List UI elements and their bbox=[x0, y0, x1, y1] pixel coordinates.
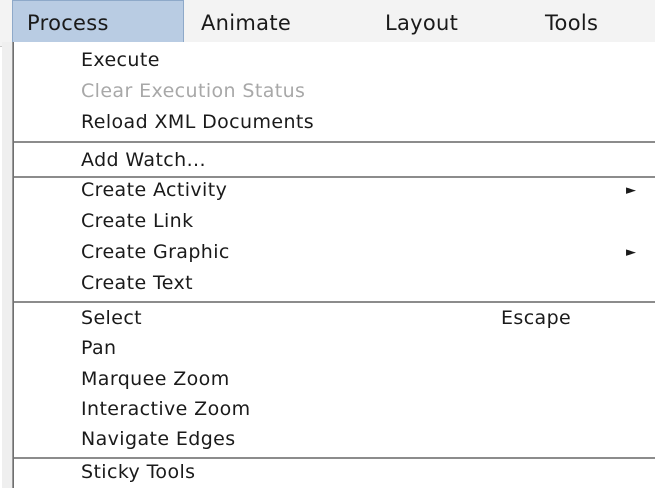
menu-item-label: Reload XML Documents bbox=[81, 111, 315, 133]
menu-animate[interactable]: Animate bbox=[201, 0, 291, 46]
menu-item-create-graphic[interactable]: Create Graphic ► bbox=[14, 237, 655, 268]
menu-item-label: Marquee Zoom bbox=[81, 368, 230, 390]
menu-item-label: Add Watch... bbox=[81, 149, 206, 171]
menu-item-execute[interactable]: Execute bbox=[14, 45, 655, 76]
menu-item-label: Execute bbox=[81, 49, 160, 71]
menu-item-label: Pan bbox=[81, 337, 117, 359]
process-dropdown-menu: Execute Clear Execution Status Reload XM… bbox=[2, 42, 655, 488]
menu-item-label: Create Activity bbox=[81, 179, 228, 201]
menu-item-label: Select bbox=[81, 307, 143, 329]
menu-process[interactable]: Process bbox=[12, 0, 184, 46]
menu-item-marquee-zoom[interactable]: Marquee Zoom bbox=[14, 364, 655, 395]
menu-item-create-link[interactable]: Create Link bbox=[14, 206, 655, 237]
menu-item-label: Create Link bbox=[81, 210, 194, 232]
menu-item-label: Create Graphic bbox=[81, 241, 230, 263]
menu-item-add-watch[interactable]: Add Watch... bbox=[14, 145, 655, 176]
menu-item-label: Create Text bbox=[81, 272, 193, 294]
menu-item-select[interactable]: Select Escape bbox=[14, 303, 655, 334]
submenu-arrow-icon: ► bbox=[626, 245, 637, 260]
menu-item-create-activity[interactable]: Create Activity ► bbox=[14, 175, 655, 206]
menu-item-label: Sticky Tools bbox=[81, 461, 196, 483]
menu-item-reload-xml-documents[interactable]: Reload XML Documents bbox=[14, 107, 655, 138]
menu-tools[interactable]: Tools bbox=[545, 0, 598, 46]
menu-item-label: Navigate Edges bbox=[81, 428, 236, 450]
menu-item-sticky-tools[interactable]: Sticky Tools bbox=[14, 457, 655, 488]
menu-item-label: Interactive Zoom bbox=[81, 398, 251, 420]
menu-item-accelerator: Escape bbox=[501, 307, 572, 329]
menu-separator bbox=[14, 141, 655, 143]
menu-item-interactive-zoom[interactable]: Interactive Zoom bbox=[14, 394, 655, 425]
menu-item-create-text[interactable]: Create Text bbox=[14, 268, 655, 299]
menu-item-navigate-edges[interactable]: Navigate Edges bbox=[14, 424, 655, 455]
menu-item-label: Clear Execution Status bbox=[81, 80, 306, 102]
menu-layout[interactable]: Layout bbox=[385, 0, 458, 46]
menu-item-clear-execution-status: Clear Execution Status bbox=[14, 76, 655, 107]
submenu-arrow-icon: ► bbox=[626, 183, 637, 198]
menu-bar: Process Animate Layout Tools bbox=[0, 0, 655, 47]
menu-item-pan[interactable]: Pan bbox=[14, 333, 655, 364]
